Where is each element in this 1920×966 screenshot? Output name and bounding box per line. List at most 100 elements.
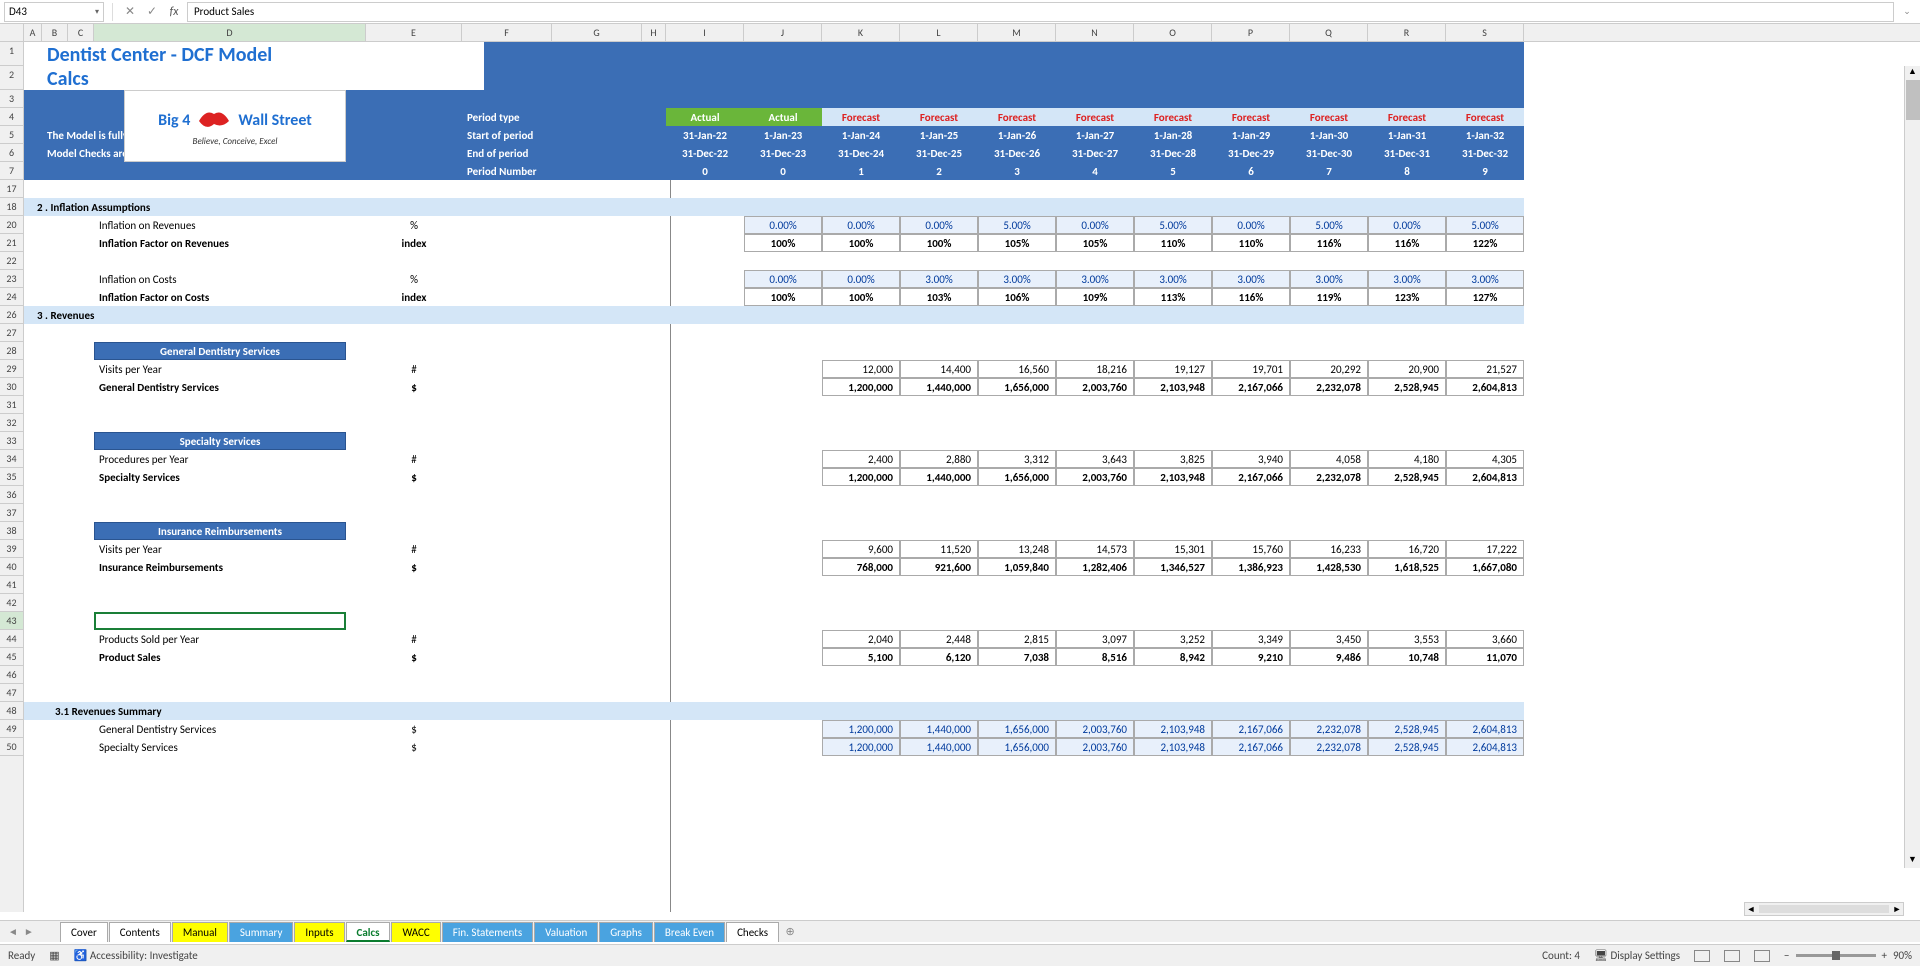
row-header-50[interactable]: 50 [0, 738, 23, 756]
page-break-icon[interactable] [1754, 950, 1770, 962]
ps-visits-8: 3,660 [1446, 630, 1524, 648]
period-type-5: Forecast [1056, 108, 1134, 126]
col-header-N[interactable]: N [1056, 24, 1134, 41]
row-header-40[interactable]: 40 [0, 558, 23, 576]
row-header-31[interactable]: 31 [0, 396, 23, 414]
ir-rev-2: 1,059,840 [978, 558, 1056, 576]
add-sheet-icon[interactable]: ⊕ [780, 925, 800, 938]
col-header-S[interactable]: S [1446, 24, 1524, 41]
tab-break[interactable]: Break Even [654, 922, 725, 942]
row-header-18[interactable]: 18 [0, 198, 23, 216]
cancel-icon[interactable]: ✕ [121, 3, 139, 21]
tab-graphs[interactable]: Graphs [599, 922, 653, 942]
row-header-23[interactable]: 23 [0, 270, 23, 288]
row-header-20[interactable]: 20 [0, 216, 23, 234]
formula-input[interactable]: Product Sales [187, 2, 1894, 22]
cells-area[interactable]: Dentist Center - DCF ModelCalcsDentist C… [24, 42, 1920, 912]
col-header-D[interactable]: D [94, 24, 366, 41]
tab-summary[interactable]: Summary [229, 922, 294, 942]
col-header-H[interactable]: H [642, 24, 666, 41]
name-box[interactable]: D43▾ [4, 2, 104, 22]
row-header-6[interactable]: 6 [0, 144, 23, 162]
col-header-R[interactable]: R [1368, 24, 1446, 41]
enter-icon[interactable]: ✓ [143, 3, 161, 21]
col-header-O[interactable]: O [1134, 24, 1212, 41]
row-header-41[interactable]: 41 [0, 576, 23, 594]
row-header-27[interactable]: 27 [0, 324, 23, 342]
tab-nav[interactable]: ◄► [8, 925, 34, 938]
tab-checks[interactable]: Checks [726, 922, 779, 942]
inf-cost-unit: % [366, 270, 462, 288]
row-header-7[interactable]: 7 [0, 162, 23, 180]
page-layout-icon[interactable] [1724, 950, 1740, 962]
row-header-34[interactable]: 34 [0, 450, 23, 468]
tab-val[interactable]: Valuation [534, 922, 598, 942]
row-header-33[interactable]: 33 [0, 432, 23, 450]
col-header-I[interactable]: I [666, 24, 744, 41]
col-header-M[interactable]: M [978, 24, 1056, 41]
ps-rev-unit: $ [366, 648, 462, 666]
tab-contents[interactable]: Contents [109, 922, 171, 942]
tab-inputs[interactable]: Inputs [294, 922, 344, 942]
inf-cost-fac-5: 113% [1134, 288, 1212, 306]
accessibility-status[interactable]: ♿ Accessibility: Investigate [74, 949, 198, 962]
row-header-49[interactable]: 49 [0, 720, 23, 738]
row-header-39[interactable]: 39 [0, 540, 23, 558]
row-header-5[interactable]: 5 [0, 126, 23, 144]
row-header-24[interactable]: 24 [0, 288, 23, 306]
col-header-C[interactable]: C [68, 24, 94, 41]
inf-cost-9: 3.00% [1446, 270, 1524, 288]
normal-view-icon[interactable] [1694, 950, 1710, 962]
chevron-down-icon[interactable]: ▾ [95, 7, 99, 17]
col-header-K[interactable]: K [822, 24, 900, 41]
row-header-36[interactable]: 36 [0, 486, 23, 504]
row-header-46[interactable]: 46 [0, 666, 23, 684]
sec3-hdr: 3 . Revenues [24, 306, 1524, 324]
row-header-3[interactable]: 3 [0, 90, 23, 108]
row-header-29[interactable]: 29 [0, 360, 23, 378]
col-header-G[interactable]: G [552, 24, 642, 41]
row-header-45[interactable]: 45 [0, 648, 23, 666]
row-header-1[interactable]: 1 [0, 42, 23, 66]
col-header-L[interactable]: L [900, 24, 978, 41]
period-start-6: 1-Jan-28 [1134, 126, 1212, 144]
tab-cover[interactable]: Cover [60, 922, 108, 942]
row-header-48[interactable]: 48 [0, 702, 23, 720]
row-header-30[interactable]: 30 [0, 378, 23, 396]
col-header-P[interactable]: P [1212, 24, 1290, 41]
row-header-26[interactable]: 26 [0, 306, 23, 324]
row-header-2[interactable]: 2 [0, 66, 23, 90]
horizontal-scrollbar[interactable]: ◄► [1744, 902, 1904, 916]
col-header-J[interactable]: J [744, 24, 822, 41]
col-header-A[interactable]: A [24, 24, 42, 41]
tab-fin[interactable]: Fin. Statements [442, 922, 533, 942]
vertical-scrollbar[interactable]: ▲▼ [1904, 66, 1920, 868]
tab-wacc[interactable]: WACC [391, 922, 440, 942]
row-header-37[interactable]: 37 [0, 504, 23, 522]
col-header-B[interactable]: B [42, 24, 68, 41]
fx-icon[interactable]: fx [165, 3, 183, 21]
row-header-43[interactable]: 43 [0, 612, 23, 630]
display-settings[interactable]: 🖥 Display Settings [1594, 949, 1680, 962]
row-header-35[interactable]: 35 [0, 468, 23, 486]
row-header-17[interactable]: 17 [0, 180, 23, 198]
tab-calcs[interactable]: Calcs [346, 922, 391, 942]
period-start-10: 1-Jan-32 [1446, 126, 1524, 144]
row-header-28[interactable]: 28 [0, 342, 23, 360]
row-header-22[interactable]: 22 [0, 252, 23, 270]
row-header-47[interactable]: 47 [0, 684, 23, 702]
row-header-21[interactable]: 21 [0, 234, 23, 252]
row-header-4[interactable]: 4 [0, 108, 23, 126]
col-header-Q[interactable]: Q [1290, 24, 1368, 41]
macro-icon[interactable]: ▦ [49, 949, 59, 962]
gd-visits-6: 20,292 [1290, 360, 1368, 378]
row-header-42[interactable]: 42 [0, 594, 23, 612]
row-header-38[interactable]: 38 [0, 522, 23, 540]
tab-manual[interactable]: Manual [172, 922, 228, 942]
expand-formula-icon[interactable]: ⌄ [1898, 3, 1916, 21]
zoom-control[interactable]: −+90% [1784, 949, 1912, 962]
col-header-F[interactable]: F [462, 24, 552, 41]
row-header-32[interactable]: 32 [0, 414, 23, 432]
col-header-E[interactable]: E [366, 24, 462, 41]
row-header-44[interactable]: 44 [0, 630, 23, 648]
